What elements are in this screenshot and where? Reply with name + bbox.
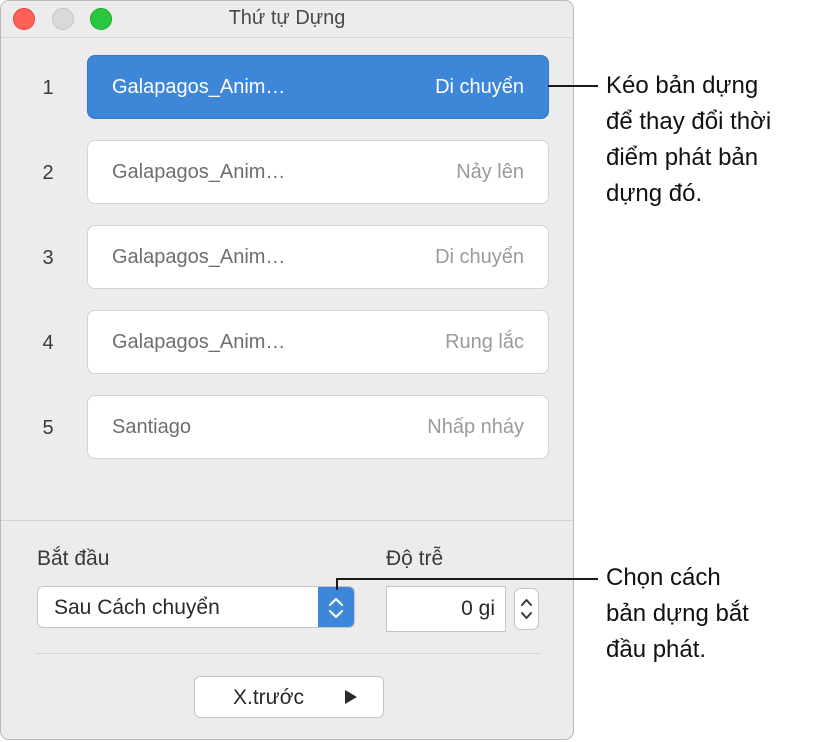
title-bar[interactable]: Thứ tự Dựng bbox=[1, 1, 573, 38]
play-icon bbox=[345, 690, 357, 704]
build-name: Santiago bbox=[112, 416, 191, 438]
start-label: Bắt đầu bbox=[37, 547, 110, 570]
build-number: 3 bbox=[42, 247, 54, 269]
build-effect: Di chuyển bbox=[435, 76, 524, 98]
chevron-up-down-icon bbox=[521, 599, 532, 619]
chevron-up-down-icon bbox=[328, 597, 344, 619]
start-select-value: Sau Cách chuyển bbox=[54, 596, 220, 619]
start-select[interactable]: Sau Cách chuyển bbox=[37, 586, 355, 628]
delay-field[interactable]: 0 gi bbox=[386, 586, 506, 632]
build-number: 4 bbox=[42, 332, 54, 354]
build-item-3[interactable]: Galapagos_Anim… Di chuyển bbox=[87, 225, 549, 289]
build-item-1[interactable]: Galapagos_Anim… Di chuyển bbox=[87, 55, 549, 119]
delay-value: 0 gi bbox=[461, 597, 495, 620]
preview-button[interactable]: X.trước bbox=[194, 676, 384, 718]
build-effect: Rung lắc bbox=[445, 331, 524, 353]
build-name: Galapagos_Anim… bbox=[112, 161, 286, 183]
delay-label: Độ trễ bbox=[386, 547, 444, 570]
build-number: 1 bbox=[42, 77, 54, 99]
build-number: 5 bbox=[42, 417, 54, 439]
start-select-arrows[interactable] bbox=[318, 587, 354, 627]
callout-choose-start: Chọn cách bản dựng bắt đầu phát. bbox=[606, 564, 749, 663]
build-effect: Nảy lên bbox=[456, 161, 524, 183]
build-item-4[interactable]: Galapagos_Anim… Rung lắc bbox=[87, 310, 549, 374]
build-name: Galapagos_Anim… bbox=[112, 246, 286, 268]
window-title: Thứ tự Dựng bbox=[228, 7, 346, 29]
build-name: Galapagos_Anim… bbox=[112, 331, 286, 353]
build-name: Galapagos_Anim… bbox=[112, 76, 286, 98]
build-number: 2 bbox=[42, 162, 54, 184]
callout-leader-line bbox=[336, 578, 598, 580]
build-effect: Nhấp nháy bbox=[427, 416, 524, 438]
build-order-window: Thứ tự Dựng 1 Galapagos_Anim… Di chuyển … bbox=[0, 0, 574, 740]
build-item-2[interactable]: Galapagos_Anim… Nảy lên bbox=[87, 140, 549, 204]
delay-stepper[interactable] bbox=[514, 588, 539, 630]
panel-divider bbox=[35, 653, 541, 654]
section-divider bbox=[1, 520, 573, 521]
preview-label: X.trước bbox=[233, 686, 304, 709]
callout-drag-build: Kéo bản dựng để thay đổi thời điểm phát … bbox=[606, 72, 772, 207]
build-item-5[interactable]: Santiago Nhấp nháy bbox=[87, 395, 549, 459]
callout-leader-line bbox=[548, 85, 598, 87]
build-effect: Di chuyển bbox=[435, 246, 524, 268]
